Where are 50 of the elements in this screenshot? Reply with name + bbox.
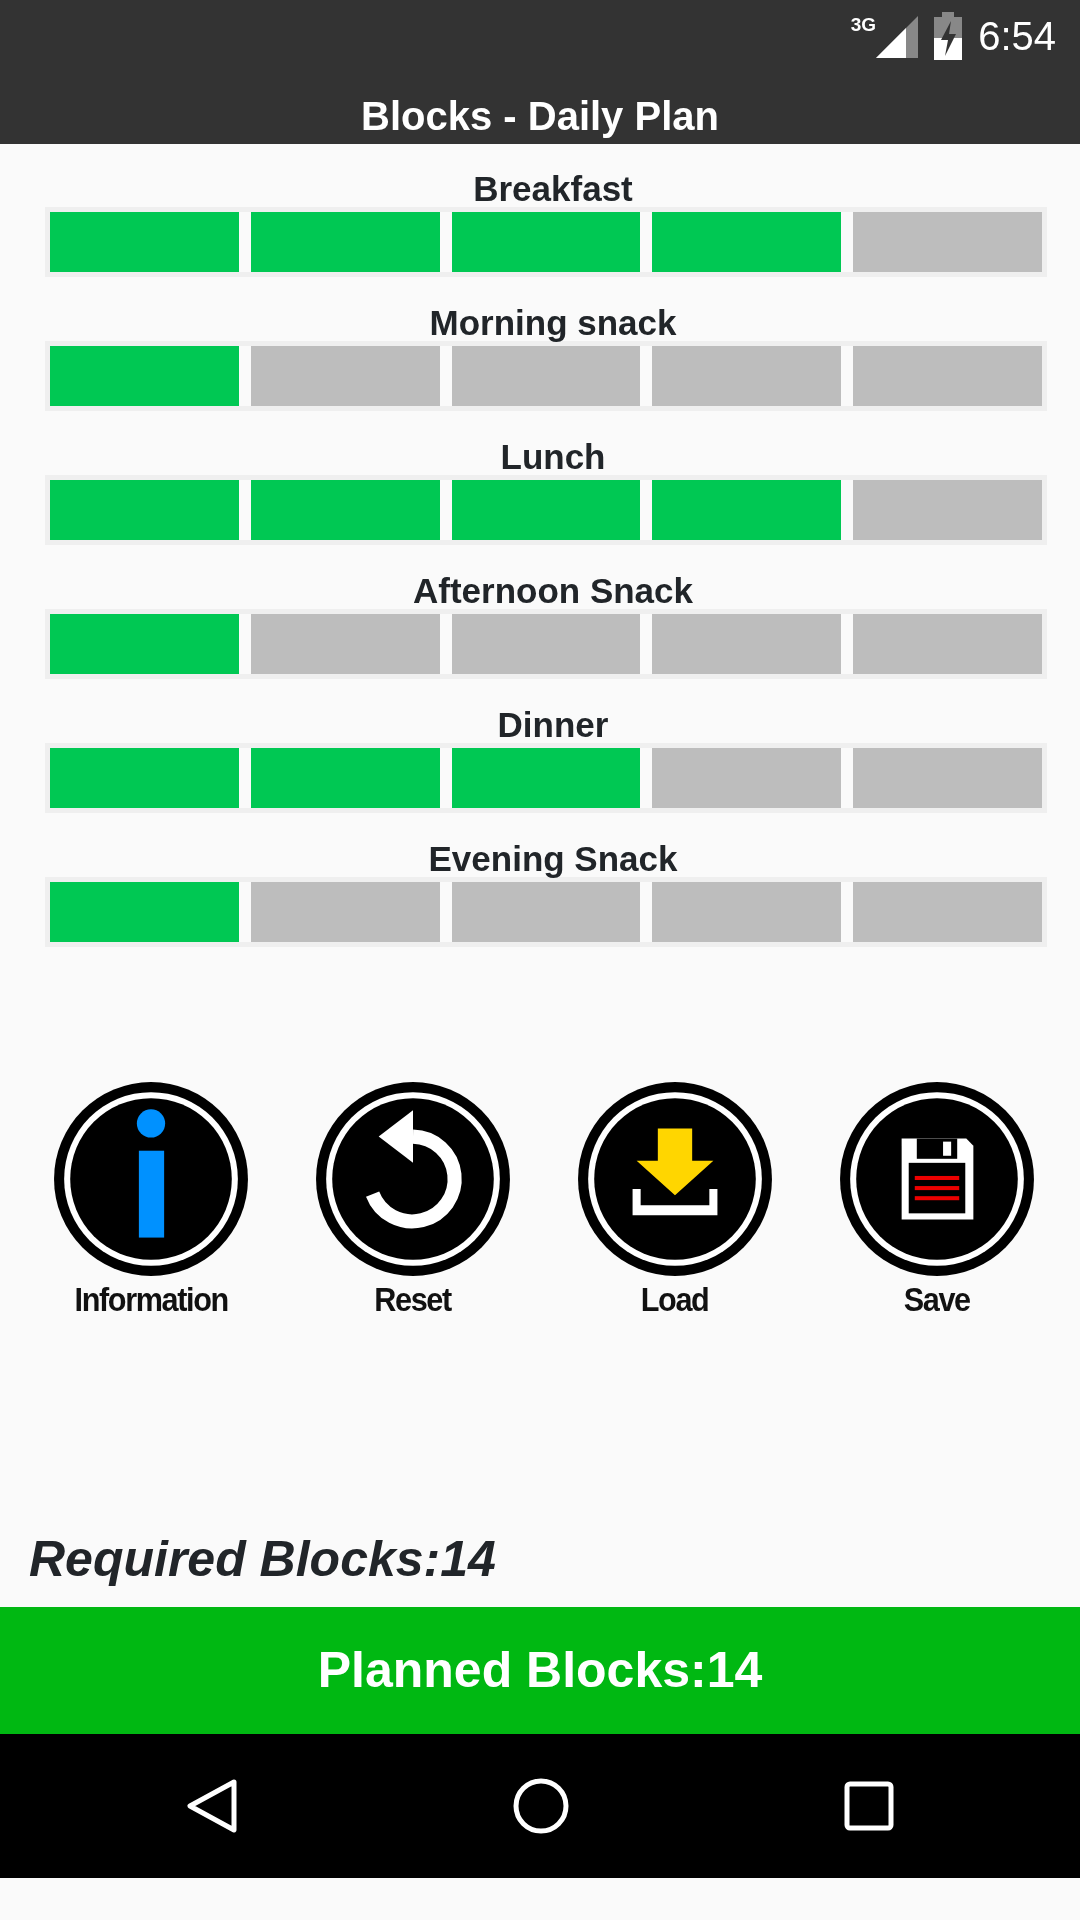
block-segment[interactable]	[250, 882, 440, 942]
block-segment[interactable]	[50, 212, 239, 272]
block-segment[interactable]	[451, 748, 641, 808]
app-title: Blocks - Daily Plan	[361, 94, 719, 136]
block-segment[interactable]	[853, 882, 1042, 942]
block-segment[interactable]	[451, 882, 641, 942]
meal-name: Dinner	[497, 706, 609, 742]
required-blocks: Required Blocks:14	[0, 1522, 1080, 1590]
network-type: 3G	[850, 14, 877, 34]
clock: 6:54	[978, 13, 1056, 60]
block-segment[interactable]	[652, 614, 842, 674]
block-segment[interactable]	[451, 212, 641, 272]
block-segment[interactable]	[451, 346, 641, 406]
block-segment[interactable]	[50, 480, 239, 540]
block-segment[interactable]	[451, 614, 641, 674]
action-button[interactable]: Load	[544, 1078, 806, 1316]
block-segment[interactable]	[853, 614, 1042, 674]
block-segment[interactable]	[853, 480, 1042, 540]
meal-name: Afternoon Snack	[412, 572, 693, 608]
block-segment[interactable]	[652, 346, 842, 406]
block-segment[interactable]	[853, 748, 1042, 808]
block-segment[interactable]	[50, 748, 239, 808]
meal-name: Evening Snack	[428, 840, 678, 876]
home-icon[interactable]	[513, 1778, 569, 1834]
block-segment[interactable]	[50, 882, 239, 942]
block-segment[interactable]	[853, 212, 1042, 272]
block-segment[interactable]	[652, 480, 842, 540]
block-segment[interactable]	[50, 614, 239, 674]
block-segment[interactable]	[853, 346, 1042, 406]
block-segment[interactable]	[250, 212, 440, 272]
action-button[interactable]: Reset	[282, 1078, 544, 1316]
recents-icon[interactable]	[844, 1781, 895, 1831]
meal-name: Breakfast	[473, 170, 633, 206]
action-button[interactable]: Save	[806, 1078, 1068, 1316]
signal-icon	[876, 15, 919, 58]
block-segment[interactable]	[451, 480, 641, 540]
block-segment[interactable]	[250, 480, 440, 540]
meal-name: Lunch	[500, 438, 606, 474]
block-segment[interactable]	[50, 346, 239, 406]
meal-name: Morning snack	[429, 304, 677, 340]
block-segment[interactable]	[652, 882, 842, 942]
back-icon[interactable]	[185, 1778, 238, 1834]
battery-icon	[934, 12, 963, 60]
block-segment[interactable]	[652, 212, 842, 272]
planned-blocks-bar: Planned Blocks:14	[0, 1607, 1080, 1734]
block-segment[interactable]	[652, 748, 842, 808]
block-segment[interactable]	[250, 614, 440, 674]
action-button[interactable]: Information	[20, 1078, 282, 1316]
block-segment[interactable]	[250, 748, 440, 808]
block-segment[interactable]	[250, 346, 440, 406]
